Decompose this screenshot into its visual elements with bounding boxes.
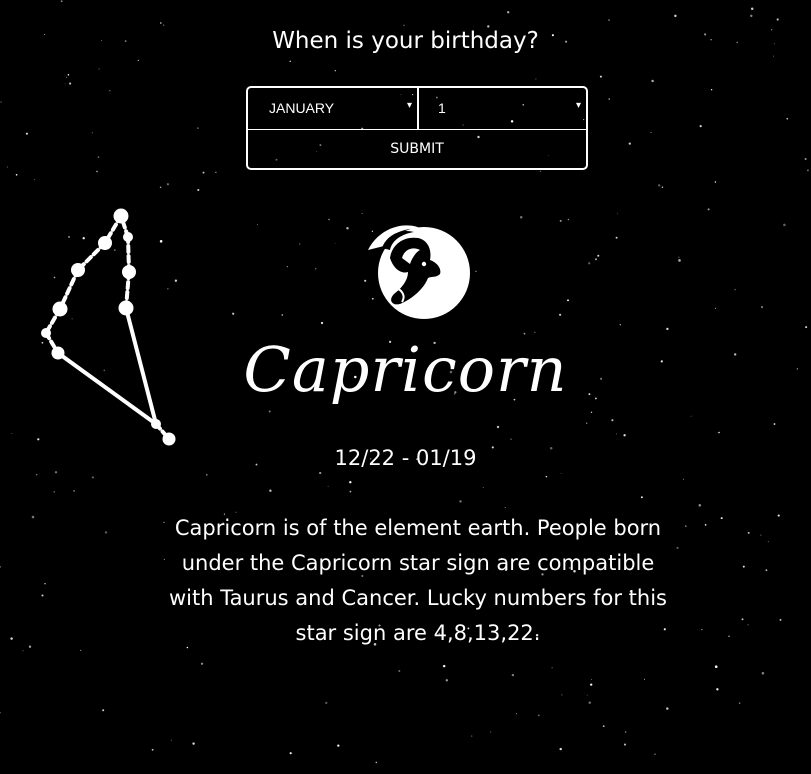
sign-name: Capricorn: [243, 333, 568, 406]
sign-dates: 12/22 - 01/19: [334, 446, 477, 470]
sign-description: Capricorn is of the element earth. Peopl…: [168, 516, 667, 645]
capricorn-goat-icon: [368, 225, 470, 319]
